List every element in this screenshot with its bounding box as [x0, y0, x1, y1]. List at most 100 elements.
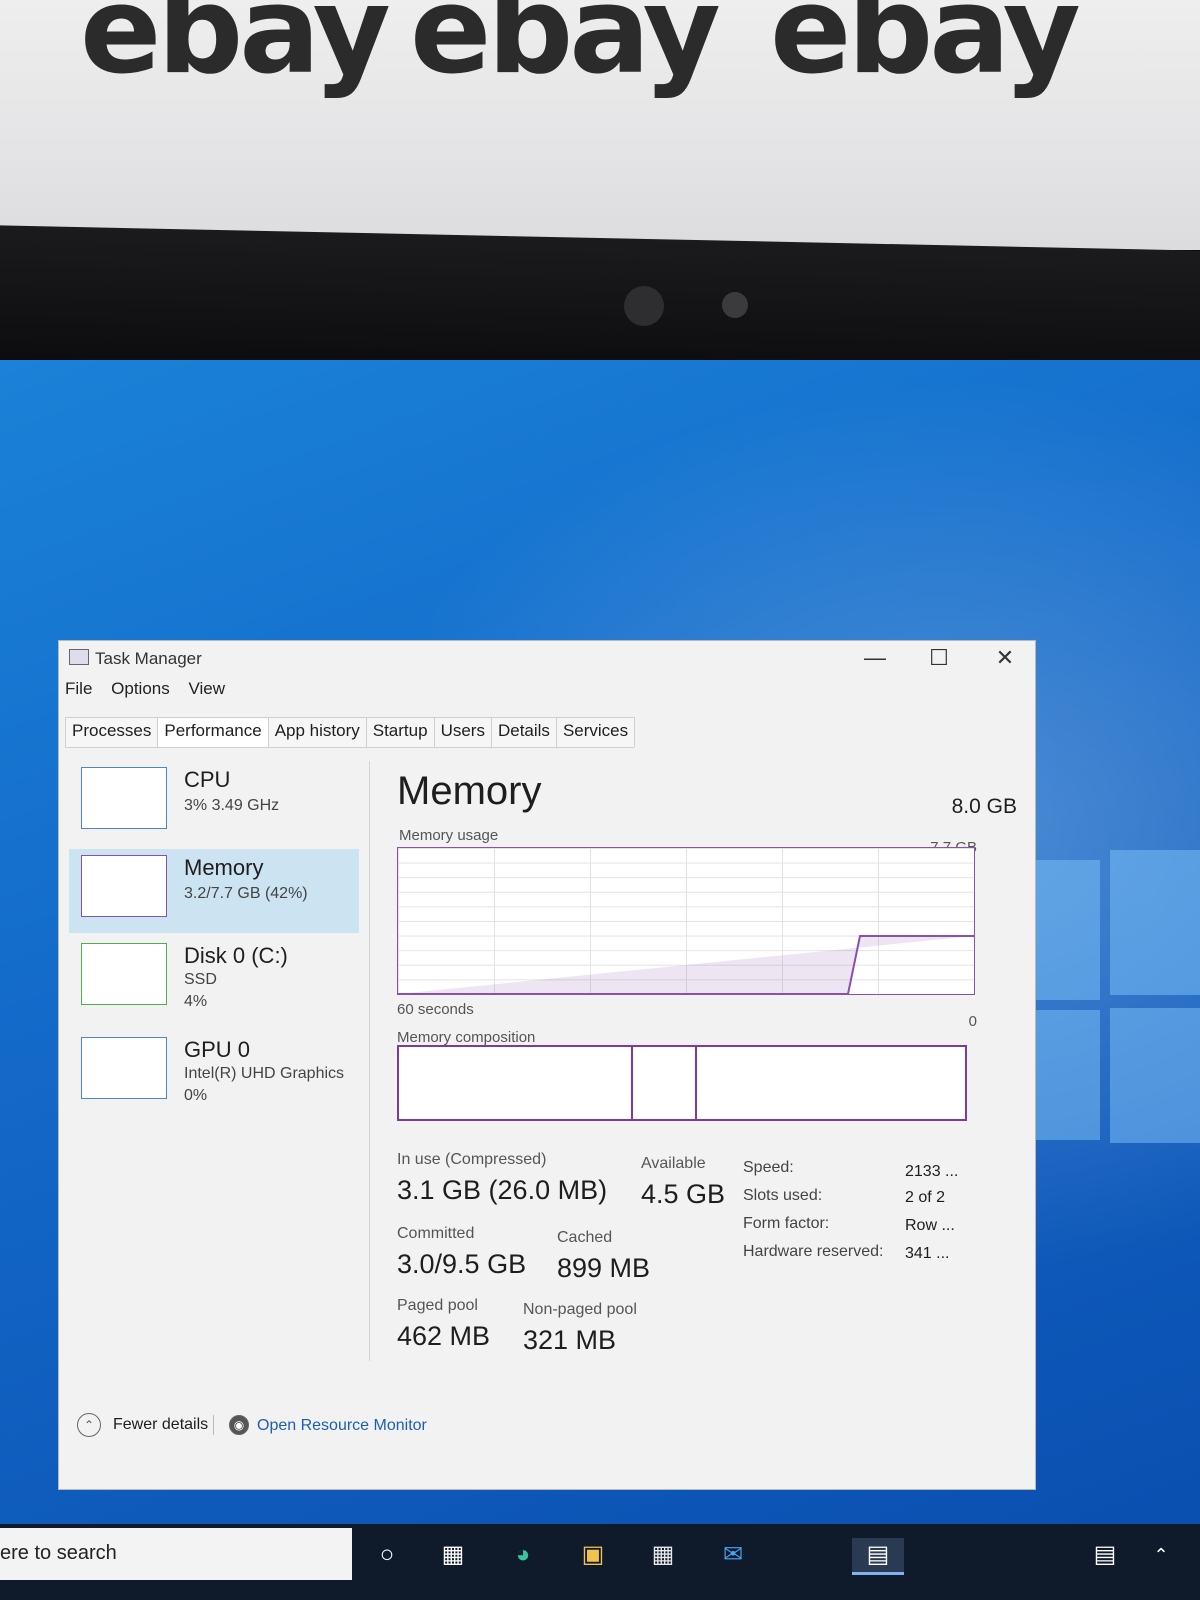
performance-sidebar: CPU 3% 3.49 GHz Memory 3.2/7.7 GB (42%) …: [69, 761, 370, 1361]
sidebar-item-memory[interactable]: Memory 3.2/7.7 GB (42%): [69, 849, 359, 933]
menu-view[interactable]: View: [188, 679, 225, 698]
windows-logo-icon: [1030, 860, 1100, 1000]
taskbar: ere to search ○ ▦ ◕ ▣ ▦ ✉ ▤ ▤ ⌃: [0, 1524, 1200, 1600]
usage-label: Memory usage: [399, 827, 499, 844]
memory-thumbnail: [81, 855, 167, 917]
search-input[interactable]: ere to search: [0, 1528, 352, 1580]
cortana-icon[interactable]: ○: [370, 1538, 404, 1572]
open-resource-monitor-link[interactable]: ◉ Open Resource Monitor: [229, 1415, 469, 1443]
slots-value: 2 of 2: [905, 1189, 946, 1206]
available-label: Available: [641, 1155, 706, 1172]
tab-performance[interactable]: Performance: [157, 717, 269, 747]
chevron-up-icon: ⌃: [77, 1413, 101, 1437]
form-factor-key: Form factor:: [743, 1215, 830, 1232]
task-manager-window: Task Manager — ☐ ✕ File Options View Pro…: [58, 640, 1036, 1490]
sidebar-item-cpu[interactable]: CPU 3% 3.49 GHz: [69, 761, 359, 845]
task-manager-icon[interactable]: ▤: [852, 1538, 904, 1575]
resource-monitor-label: Open Resource Monitor: [257, 1417, 427, 1434]
news-icon[interactable]: ▤: [1088, 1538, 1122, 1572]
form-factor-value: Row ...: [905, 1217, 955, 1234]
sidebar-item-disk[interactable]: Disk 0 (C:) SSD 4%: [69, 937, 359, 1021]
search-placeholder: ere to search: [0, 1542, 117, 1564]
background-paper: ebay ebay ebay: [0, 0, 1200, 250]
time-label: 60 seconds: [397, 1001, 474, 1018]
speed-value: 2133 ...: [905, 1163, 959, 1180]
sidebar-item-label: CPU: [184, 767, 231, 792]
hw-reserved-key: Hardware reserved:: [743, 1243, 884, 1260]
sidebar-item-label: GPU 0: [184, 1037, 251, 1062]
file-explorer-icon[interactable]: ▣: [576, 1538, 610, 1572]
sidebar-item-label: Memory: [184, 855, 264, 880]
close-button[interactable]: ✕: [975, 641, 1035, 675]
window-title: Task Manager: [95, 649, 202, 668]
tab-startup[interactable]: Startup: [365, 717, 435, 747]
paged-pool-label: Paged pool: [397, 1297, 478, 1314]
memory-capacity: 8.0 GB: [951, 795, 1017, 818]
tab-services[interactable]: Services: [555, 717, 636, 747]
store-icon[interactable]: ▦: [646, 1538, 680, 1572]
maximize-icon: ☐: [929, 645, 949, 670]
composition-divider: [631, 1047, 633, 1119]
sidebar-item-gpu[interactable]: GPU 0 Intel(R) UHD Graphics 0%: [69, 1031, 359, 1115]
windows-logo-icon: [1110, 850, 1200, 995]
disk-thumbnail: [81, 943, 167, 1005]
ebay-watermark: ebay: [80, 0, 391, 101]
windows-logo-icon: [1030, 1010, 1100, 1140]
menu-bar: File Options View: [65, 679, 239, 699]
ebay-watermark: ebay: [410, 0, 721, 101]
committed-label: Committed: [397, 1225, 475, 1242]
gpu-thumbnail: [81, 1037, 167, 1099]
memory-usage-graph: [397, 847, 975, 995]
close-icon: ✕: [995, 645, 1015, 670]
minimize-button[interactable]: —: [845, 641, 905, 675]
menu-options[interactable]: Options: [111, 679, 170, 698]
sidebar-item-detail: 3% 3.49 GHz: [184, 797, 280, 814]
nonpaged-pool-label: Non-paged pool: [523, 1301, 637, 1318]
sensor-icon: [722, 292, 748, 318]
usage-min: 0: [968, 1013, 977, 1030]
chevron-up-icon[interactable]: ⌃: [1144, 1538, 1178, 1572]
committed-value: 3.0/9.5 GB: [397, 1249, 527, 1279]
page-title: Memory: [397, 769, 542, 813]
paged-pool-value: 462 MB: [397, 1321, 491, 1351]
composition-divider: [695, 1047, 697, 1119]
menu-file[interactable]: File: [65, 679, 92, 698]
sidebar-item-detail: 0%: [184, 1087, 208, 1104]
fewer-details-label: Fewer details: [113, 1416, 209, 1433]
minimize-icon: —: [864, 645, 886, 670]
sidebar-item-detail: Intel(R) UHD Graphics: [184, 1065, 345, 1082]
slots-key: Slots used:: [743, 1187, 823, 1204]
camera-icon: [624, 286, 664, 326]
sidebar-item-label: Disk 0 (C:): [184, 943, 288, 968]
tab-processes[interactable]: Processes: [65, 717, 159, 747]
speed-key: Speed:: [743, 1159, 794, 1176]
edge-icon[interactable]: ◕: [506, 1538, 540, 1572]
in-use-label: In use (Compressed): [397, 1151, 547, 1168]
tab-strip: Processes Performance App history Startu…: [65, 717, 636, 748]
usage-line: [398, 935, 974, 994]
hw-reserved-value: 341 ...: [905, 1245, 950, 1262]
nonpaged-pool-value: 321 MB: [523, 1325, 617, 1355]
available-value: 4.5 GB: [641, 1179, 726, 1209]
cpu-thumbnail: [81, 767, 167, 829]
cached-label: Cached: [557, 1229, 613, 1246]
maximize-button[interactable]: ☐: [909, 641, 969, 675]
footer-divider: [213, 1415, 214, 1435]
sidebar-item-detail: 3.2/7.7 GB (42%): [184, 885, 308, 902]
sidebar-item-detail: SSD: [184, 971, 217, 988]
windows-logo-icon: [1110, 1008, 1200, 1143]
tab-app-history[interactable]: App history: [267, 717, 367, 747]
task-manager-icon: [69, 649, 89, 665]
mail-icon[interactable]: ✉: [716, 1538, 750, 1572]
resource-monitor-icon: ◉: [229, 1415, 249, 1435]
sidebar-item-detail: 4%: [184, 993, 208, 1010]
cached-value: 899 MB: [557, 1253, 651, 1283]
memory-composition-bar: [397, 1045, 967, 1121]
in-use-value: 3.1 GB (26.0 MB): [397, 1175, 608, 1205]
ebay-watermark: ebay: [770, 0, 1081, 101]
tab-details[interactable]: Details: [490, 717, 557, 747]
tab-users[interactable]: Users: [433, 717, 492, 747]
task-view-icon[interactable]: ▦: [436, 1538, 470, 1572]
composition-label: Memory composition: [397, 1029, 536, 1046]
title-bar[interactable]: Task Manager — ☐ ✕: [59, 641, 1035, 675]
